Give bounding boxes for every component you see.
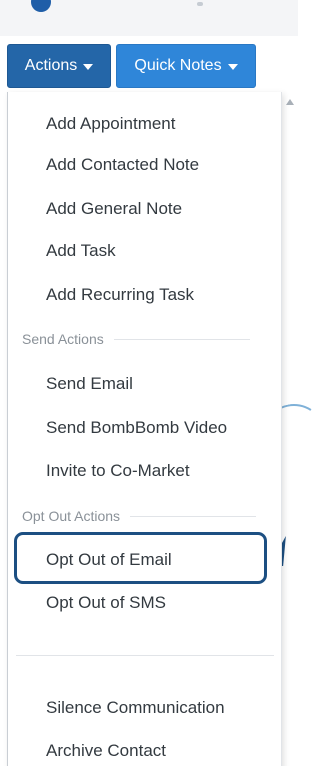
menu-item-silence-communication[interactable]: Silence Communication: [46, 697, 225, 719]
caret-down-icon: [83, 64, 94, 70]
opt-out-actions-header-label: Opt Out Actions: [22, 508, 121, 524]
highlight-box-opt-out-of-email: [14, 532, 267, 584]
actions-dropdown-menu: Add Appointment Add Contacted Note Add G…: [7, 92, 282, 766]
action-toolbar: Actions Quick Notes: [0, 36, 298, 92]
menu-section-header-opt-out-actions: Opt Out Actions: [22, 507, 257, 525]
quick-notes-button-label: Quick Notes: [134, 57, 222, 74]
scroll-up-arrow-icon[interactable]: [286, 99, 294, 105]
menu-item-archive-contact[interactable]: Archive Contact: [46, 740, 166, 762]
header-fragment: [197, 2, 203, 6]
logo-icon: [31, 0, 51, 12]
menu-item-add-recurring-task[interactable]: Add Recurring Task: [46, 284, 194, 306]
section-rule: [113, 338, 250, 340]
menu-section-header-send-actions: Send Actions: [22, 330, 250, 348]
contact-page: Actions Quick Notes Add Appointment Add …: [0, 0, 320, 766]
menu-item-send-email[interactable]: Send Email: [46, 373, 133, 395]
actions-button-label: Actions: [24, 57, 78, 74]
send-actions-header-label: Send Actions: [22, 331, 104, 347]
menu-item-send-bombbomb-video[interactable]: Send BombBomb Video: [46, 417, 227, 439]
actions-dropdown-button[interactable]: Actions: [7, 44, 111, 88]
menu-item-add-task[interactable]: Add Task: [46, 240, 116, 262]
top-header: [0, 0, 298, 37]
menu-item-opt-out-of-sms[interactable]: Opt Out of SMS: [46, 592, 166, 614]
caret-down-icon: [227, 64, 238, 70]
quick-notes-dropdown-button[interactable]: Quick Notes: [116, 44, 256, 88]
section-rule: [130, 515, 257, 517]
menu-item-add-contacted-note[interactable]: Add Contacted Note: [46, 154, 199, 176]
menu-item-add-general-note[interactable]: Add General Note: [46, 198, 182, 220]
menu-item-invite-to-co-market[interactable]: Invite to Co-Market: [46, 460, 190, 482]
menu-divider: [16, 655, 274, 656]
menu-item-add-appointment[interactable]: Add Appointment: [46, 113, 175, 135]
